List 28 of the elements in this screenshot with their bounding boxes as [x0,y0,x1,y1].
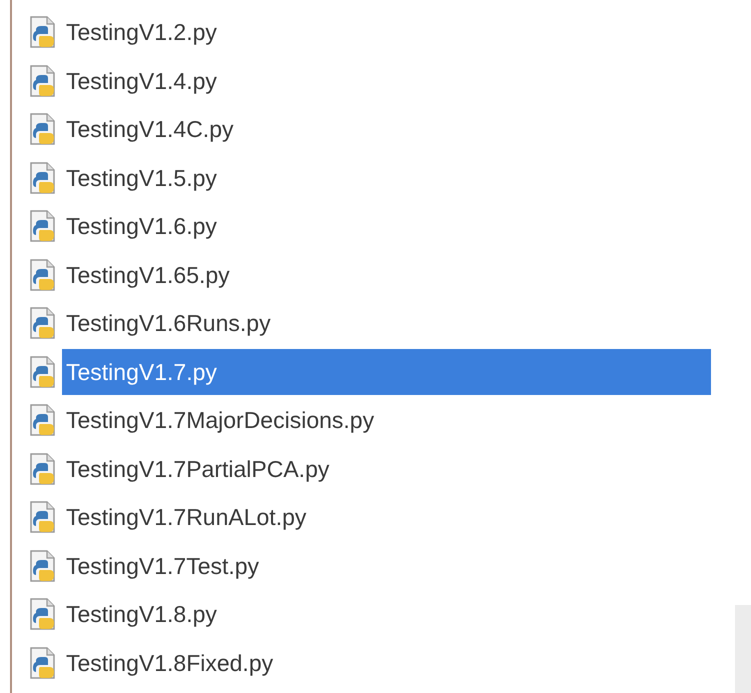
file-item[interactable]: TestingV1.7Test.py [62,542,711,589]
python-file-icon [30,356,56,388]
python-file-icon [30,307,56,340]
python-file-icon [30,162,56,194]
file-item[interactable]: TestingV1.7PartialPCA.py [62,446,711,492]
python-file-icon [30,501,56,534]
file-item[interactable]: TestingV1.7RunALot.py [62,494,711,540]
python-file-icon [30,113,56,146]
python-file-icon [30,598,56,630]
file-item[interactable]: TestingV1.7.py [62,348,711,395]
python-file-icon [30,646,56,679]
file-item[interactable]: TestingV1.4.py [62,58,711,104]
file-item[interactable]: TestingV1.6.py [62,203,711,250]
python-file-icon [30,404,56,436]
python-file-icon [30,64,56,97]
file-item[interactable]: TestingV1.2.py [62,9,711,56]
file-item[interactable]: TestingV1.6Runs.py [62,300,711,346]
file-item[interactable]: TestingV1.4C.py [62,106,711,152]
python-file-icon [30,550,56,582]
python-file-icon [30,210,56,242]
file-item[interactable]: TestingV1.7MajorDecisions.py [62,397,711,444]
python-file-icon [30,452,56,485]
python-file-icon [30,258,56,291]
file-item[interactable]: TestingV1.8Fixed.py [62,640,711,686]
file-item[interactable]: TestingV1.5.py [62,154,711,201]
file-item[interactable]: TestingV1.8.py [62,591,711,638]
file-item[interactable]: TestingV1.65.py [62,252,711,298]
python-file-icon [30,16,56,48]
